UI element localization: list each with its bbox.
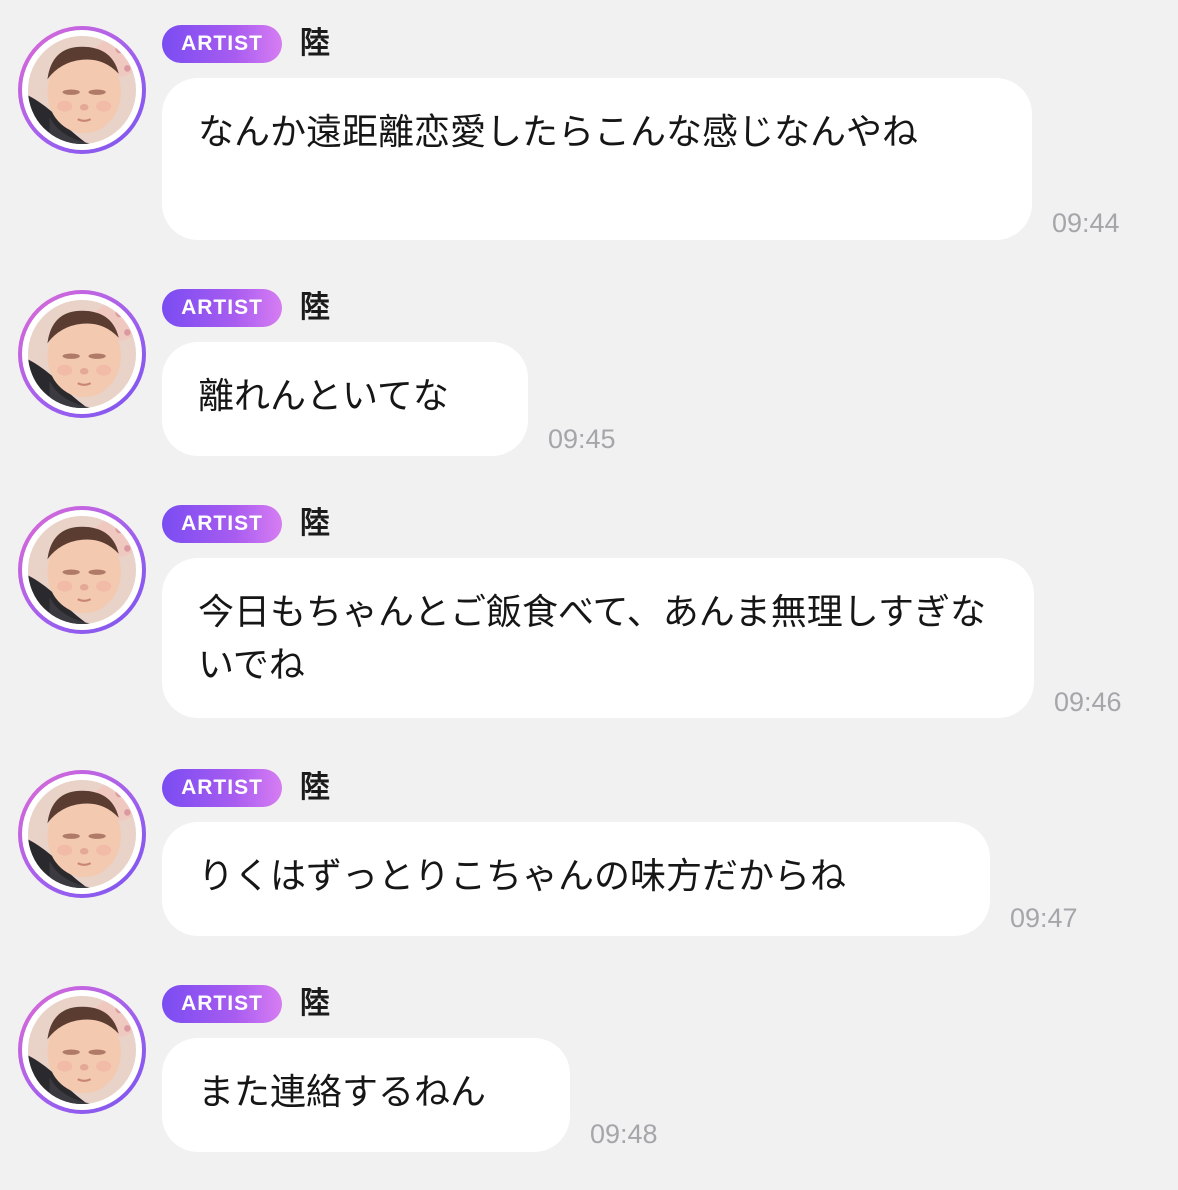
message-bubble[interactable]: また連絡するねん (162, 1038, 570, 1152)
message-bubble[interactable]: りくはずっとりこちゃんの味方だからね (162, 822, 990, 936)
message-timestamp: 09:45 (548, 424, 616, 454)
artist-badge: ARTIST (162, 289, 282, 327)
message-bubble[interactable]: 離れんといてな (162, 342, 528, 456)
avatar[interactable] (18, 290, 146, 418)
sleeping-baby-avatar-icon (28, 36, 136, 144)
message-timestamp: 09:44 (1052, 208, 1120, 238)
message-bubble[interactable]: 今日もちゃんとご飯食べて、あんま無理しすぎないでね (162, 558, 1034, 718)
avatar[interactable] (18, 770, 146, 898)
sleeping-baby-avatar-icon (28, 780, 136, 888)
sleeping-baby-avatar-icon (28, 516, 136, 624)
avatar[interactable] (18, 506, 146, 634)
sender-name[interactable]: 陸 (300, 25, 330, 63)
sender-name[interactable]: 陸 (300, 505, 330, 543)
avatar[interactable] (18, 26, 146, 154)
sleeping-baby-avatar-icon (28, 300, 136, 408)
message-bubble[interactable]: なんか遠距離恋愛したらこんな感じなんやね (162, 78, 1032, 240)
sender-name[interactable]: 陸 (300, 769, 330, 807)
artist-badge: ARTIST (162, 25, 282, 63)
message-timestamp: 09:46 (1054, 687, 1122, 717)
sender-name[interactable]: 陸 (300, 289, 330, 327)
message-timestamp: 09:48 (590, 1119, 658, 1149)
artist-badge: ARTIST (162, 985, 282, 1023)
message-timestamp: 09:47 (1010, 903, 1078, 933)
artist-badge: ARTIST (162, 769, 282, 807)
artist-badge: ARTIST (162, 505, 282, 543)
sender-name[interactable]: 陸 (300, 985, 330, 1023)
avatar[interactable] (18, 986, 146, 1114)
sleeping-baby-avatar-icon (28, 996, 136, 1104)
